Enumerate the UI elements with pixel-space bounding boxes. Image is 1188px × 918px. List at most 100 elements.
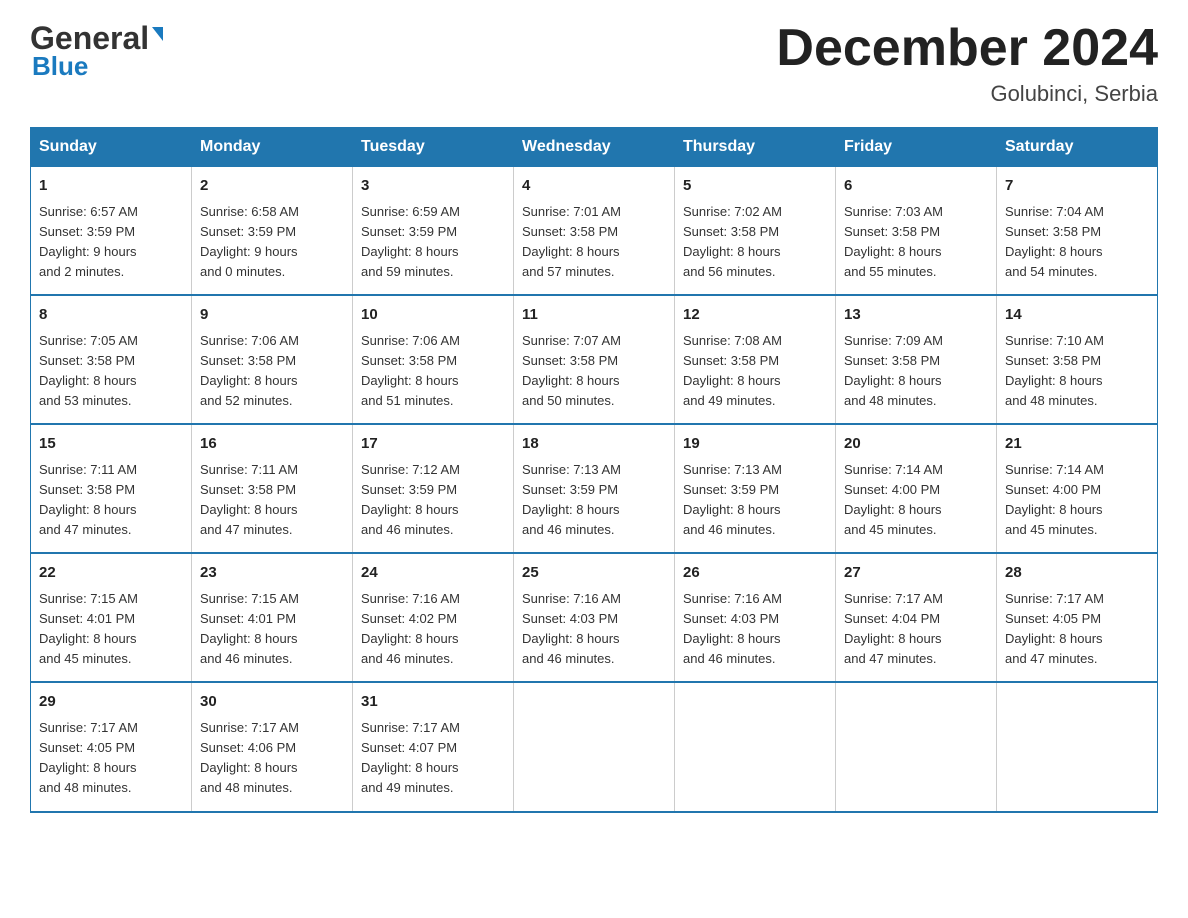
day-info: Sunrise: 7:16 AM Sunset: 4:02 PM Dayligh… bbox=[361, 589, 505, 670]
calendar-cell: 7 Sunrise: 7:04 AM Sunset: 3:58 PM Daylig… bbox=[997, 167, 1158, 296]
day-info: Sunrise: 6:58 AM Sunset: 3:59 PM Dayligh… bbox=[200, 202, 344, 283]
day-number: 9 bbox=[200, 304, 344, 327]
day-info: Sunrise: 7:05 AM Sunset: 3:58 PM Dayligh… bbox=[39, 331, 183, 412]
day-number: 19 bbox=[683, 433, 827, 456]
calendar-cell: 23 Sunrise: 7:15 AM Sunset: 4:01 PM Dayli… bbox=[192, 553, 353, 682]
calendar-cell: 22 Sunrise: 7:15 AM Sunset: 4:01 PM Dayli… bbox=[31, 553, 192, 682]
day-info: Sunrise: 7:08 AM Sunset: 3:58 PM Dayligh… bbox=[683, 331, 827, 412]
day-number: 6 bbox=[844, 175, 988, 198]
week-row-4: 22 Sunrise: 7:15 AM Sunset: 4:01 PM Dayli… bbox=[31, 553, 1158, 682]
weekday-header-wednesday: Wednesday bbox=[514, 128, 675, 167]
week-row-2: 8Sunrise: 7:05 AM Sunset: 3:58 PM Daylig… bbox=[31, 295, 1158, 424]
day-info: Sunrise: 7:13 AM Sunset: 3:59 PM Dayligh… bbox=[522, 460, 666, 541]
calendar-cell bbox=[836, 682, 997, 811]
calendar-cell bbox=[514, 682, 675, 811]
calendar-cell: 2 Sunrise: 6:58 AM Sunset: 3:59 PM Daylig… bbox=[192, 167, 353, 296]
weekday-header-thursday: Thursday bbox=[675, 128, 836, 167]
calendar-cell: 16 Sunrise: 7:11 AM Sunset: 3:58 PM Dayli… bbox=[192, 424, 353, 553]
day-number: 17 bbox=[361, 433, 505, 456]
calendar-cell: 19 Sunrise: 7:13 AM Sunset: 3:59 PM Dayli… bbox=[675, 424, 836, 553]
logo-triangle-icon bbox=[152, 27, 163, 41]
calendar-cell: 9 Sunrise: 7:06 AM Sunset: 3:58 PM Daylig… bbox=[192, 295, 353, 424]
calendar-cell: 30Sunrise: 7:17 AM Sunset: 4:06 PM Dayli… bbox=[192, 682, 353, 811]
day-number: 26 bbox=[683, 562, 827, 585]
title-block: December 2024 Golubinci, Serbia bbox=[776, 20, 1158, 107]
day-info: Sunrise: 7:17 AM Sunset: 4:05 PM Dayligh… bbox=[1005, 589, 1149, 670]
calendar-cell: 21 Sunrise: 7:14 AM Sunset: 4:00 PM Dayli… bbox=[997, 424, 1158, 553]
calendar-cell: 11 Sunrise: 7:07 AM Sunset: 3:58 PM Dayli… bbox=[514, 295, 675, 424]
calendar-cell bbox=[997, 682, 1158, 811]
calendar-cell: 24 Sunrise: 7:16 AM Sunset: 4:02 PM Dayli… bbox=[353, 553, 514, 682]
day-info: Sunrise: 7:17 AM Sunset: 4:06 PM Dayligh… bbox=[200, 718, 344, 799]
calendar-cell: 25Sunrise: 7:16 AM Sunset: 4:03 PM Dayli… bbox=[514, 553, 675, 682]
weekday-header-saturday: Saturday bbox=[997, 128, 1158, 167]
day-info: Sunrise: 7:10 AM Sunset: 3:58 PM Dayligh… bbox=[1005, 331, 1149, 412]
day-info: Sunrise: 6:59 AM Sunset: 3:59 PM Dayligh… bbox=[361, 202, 505, 283]
day-info: Sunrise: 7:15 AM Sunset: 4:01 PM Dayligh… bbox=[200, 589, 344, 670]
calendar-cell: 29Sunrise: 7:17 AM Sunset: 4:05 PM Dayli… bbox=[31, 682, 192, 811]
day-info: Sunrise: 7:03 AM Sunset: 3:58 PM Dayligh… bbox=[844, 202, 988, 283]
calendar-cell: 28Sunrise: 7:17 AM Sunset: 4:05 PM Dayli… bbox=[997, 553, 1158, 682]
calendar-cell: 3Sunrise: 6:59 AM Sunset: 3:59 PM Daylig… bbox=[353, 167, 514, 296]
day-number: 5 bbox=[683, 175, 827, 198]
day-info: Sunrise: 7:11 AM Sunset: 3:58 PM Dayligh… bbox=[39, 460, 183, 541]
day-number: 11 bbox=[522, 304, 666, 327]
calendar-cell: 17 Sunrise: 7:12 AM Sunset: 3:59 PM Dayli… bbox=[353, 424, 514, 553]
day-number: 18 bbox=[522, 433, 666, 456]
day-number: 16 bbox=[200, 433, 344, 456]
calendar-cell: 1 Sunrise: 6:57 AM Sunset: 3:59 PM Daylig… bbox=[31, 167, 192, 296]
week-row-5: 29Sunrise: 7:17 AM Sunset: 4:05 PM Dayli… bbox=[31, 682, 1158, 811]
day-info: Sunrise: 7:06 AM Sunset: 3:58 PM Dayligh… bbox=[200, 331, 344, 412]
calendar-cell: 20 Sunrise: 7:14 AM Sunset: 4:00 PM Dayli… bbox=[836, 424, 997, 553]
day-info: Sunrise: 7:14 AM Sunset: 4:00 PM Dayligh… bbox=[844, 460, 988, 541]
calendar-cell: 14 Sunrise: 7:10 AM Sunset: 3:58 PM Dayli… bbox=[997, 295, 1158, 424]
day-number: 10 bbox=[361, 304, 505, 327]
day-info: Sunrise: 7:06 AM Sunset: 3:58 PM Dayligh… bbox=[361, 331, 505, 412]
day-info: Sunrise: 7:13 AM Sunset: 3:59 PM Dayligh… bbox=[683, 460, 827, 541]
calendar-cell: 4Sunrise: 7:01 AM Sunset: 3:58 PM Daylig… bbox=[514, 167, 675, 296]
weekday-header-row: SundayMondayTuesdayWednesdayThursdayFrid… bbox=[31, 128, 1158, 167]
day-number: 21 bbox=[1005, 433, 1149, 456]
calendar-cell: 31 Sunrise: 7:17 AM Sunset: 4:07 PM Dayli… bbox=[353, 682, 514, 811]
calendar-cell: 12 Sunrise: 7:08 AM Sunset: 3:58 PM Dayli… bbox=[675, 295, 836, 424]
calendar-cell: 8Sunrise: 7:05 AM Sunset: 3:58 PM Daylig… bbox=[31, 295, 192, 424]
day-info: Sunrise: 7:17 AM Sunset: 4:07 PM Dayligh… bbox=[361, 718, 505, 799]
day-number: 15 bbox=[39, 433, 183, 456]
calendar-table: SundayMondayTuesdayWednesdayThursdayFrid… bbox=[30, 127, 1158, 812]
day-number: 22 bbox=[39, 562, 183, 585]
calendar-cell: 18 Sunrise: 7:13 AM Sunset: 3:59 PM Dayli… bbox=[514, 424, 675, 553]
day-info: Sunrise: 7:17 AM Sunset: 4:04 PM Dayligh… bbox=[844, 589, 988, 670]
day-info: Sunrise: 6:57 AM Sunset: 3:59 PM Dayligh… bbox=[39, 202, 183, 283]
day-number: 12 bbox=[683, 304, 827, 327]
day-number: 24 bbox=[361, 562, 505, 585]
day-info: Sunrise: 7:12 AM Sunset: 3:59 PM Dayligh… bbox=[361, 460, 505, 541]
calendar-cell: 10 Sunrise: 7:06 AM Sunset: 3:58 PM Dayli… bbox=[353, 295, 514, 424]
day-info: Sunrise: 7:07 AM Sunset: 3:58 PM Dayligh… bbox=[522, 331, 666, 412]
month-title: December 2024 bbox=[776, 20, 1158, 77]
day-number: 7 bbox=[1005, 175, 1149, 198]
day-number: 14 bbox=[1005, 304, 1149, 327]
day-number: 27 bbox=[844, 562, 988, 585]
day-info: Sunrise: 7:17 AM Sunset: 4:05 PM Dayligh… bbox=[39, 718, 183, 799]
logo-blue-text: Blue bbox=[32, 51, 88, 82]
day-info: Sunrise: 7:11 AM Sunset: 3:58 PM Dayligh… bbox=[200, 460, 344, 541]
day-number: 2 bbox=[200, 175, 344, 198]
day-number: 4 bbox=[522, 175, 666, 198]
day-number: 23 bbox=[200, 562, 344, 585]
day-info: Sunrise: 7:04 AM Sunset: 3:58 PM Dayligh… bbox=[1005, 202, 1149, 283]
day-number: 13 bbox=[844, 304, 988, 327]
calendar-cell: 6 Sunrise: 7:03 AM Sunset: 3:58 PM Daylig… bbox=[836, 167, 997, 296]
day-number: 31 bbox=[361, 691, 505, 714]
logo: General Blue bbox=[30, 20, 163, 82]
calendar-cell: 27 Sunrise: 7:17 AM Sunset: 4:04 PM Dayli… bbox=[836, 553, 997, 682]
location: Golubinci, Serbia bbox=[776, 81, 1158, 107]
day-number: 20 bbox=[844, 433, 988, 456]
week-row-1: 1 Sunrise: 6:57 AM Sunset: 3:59 PM Daylig… bbox=[31, 167, 1158, 296]
day-info: Sunrise: 7:02 AM Sunset: 3:58 PM Dayligh… bbox=[683, 202, 827, 283]
day-number: 1 bbox=[39, 175, 183, 198]
day-info: Sunrise: 7:14 AM Sunset: 4:00 PM Dayligh… bbox=[1005, 460, 1149, 541]
page-header: General Blue December 2024 Golubinci, Se… bbox=[30, 20, 1158, 107]
calendar-cell: 26Sunrise: 7:16 AM Sunset: 4:03 PM Dayli… bbox=[675, 553, 836, 682]
day-info: Sunrise: 7:15 AM Sunset: 4:01 PM Dayligh… bbox=[39, 589, 183, 670]
weekday-header-tuesday: Tuesday bbox=[353, 128, 514, 167]
